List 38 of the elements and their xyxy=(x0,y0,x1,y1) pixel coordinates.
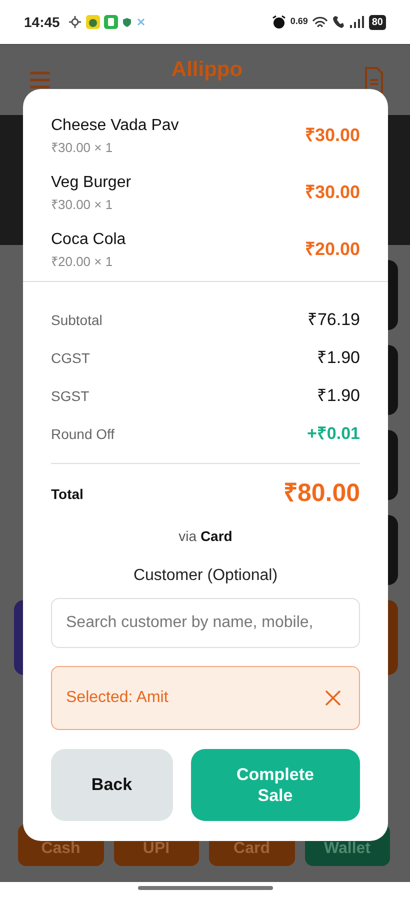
search-field[interactable]: Search customer by name, mobile, xyxy=(51,598,360,648)
close-icon[interactable] xyxy=(325,690,341,706)
summary-value: ₹1.90 xyxy=(316,385,360,408)
phone-icon xyxy=(332,15,345,29)
summary-label: CGST xyxy=(51,348,90,368)
menu-icon xyxy=(30,71,50,89)
back-button[interactable]: Back xyxy=(51,749,172,821)
item-price-quantity: ₹30.00 × 1 xyxy=(51,138,114,157)
summary-value: +₹0.01 xyxy=(306,423,360,446)
item-name: Cheese Vada Pav xyxy=(51,116,179,136)
summary-value: ₹1.90 xyxy=(316,347,360,370)
battery-level: 80 xyxy=(368,14,386,30)
item-amount: ₹30.00 xyxy=(304,181,360,204)
summary-label: Round Off xyxy=(51,424,115,444)
item-amount: ₹30.00 xyxy=(304,124,360,147)
wifi-icon xyxy=(312,16,328,28)
shield-icon xyxy=(122,16,132,28)
alarm-icon xyxy=(272,15,286,29)
status-time: 14:45 xyxy=(24,12,60,32)
summary-label: Subtotal xyxy=(51,310,102,330)
app-title: Allippo xyxy=(171,57,243,84)
item-name: Coca Cola xyxy=(51,230,126,250)
summary-value: ₹76.19 xyxy=(307,309,360,332)
total-amount: ₹80.00 xyxy=(283,478,360,510)
app-notification-icon xyxy=(104,15,118,29)
item-price-quantity: ₹20.00 × 1 xyxy=(51,252,114,271)
customer-label: Customer (Optional) xyxy=(132,566,279,586)
item-price-quantity: ₹30.00 × 1 xyxy=(51,196,114,214)
summary-label: SGST xyxy=(51,386,90,406)
app-notification-icon xyxy=(86,15,100,29)
network-speed: 0.69 xyxy=(290,15,308,28)
signal-icon xyxy=(348,16,365,28)
item-name: Veg Burger xyxy=(51,172,132,193)
payment-method-text: via Card xyxy=(178,527,234,546)
selected-customer-text: Selected: Amit xyxy=(66,688,168,708)
complete-sale-button[interactable]: Complete Sale xyxy=(190,749,360,821)
total-label: Total xyxy=(51,484,84,504)
item-amount: ₹20.00 xyxy=(304,238,360,261)
